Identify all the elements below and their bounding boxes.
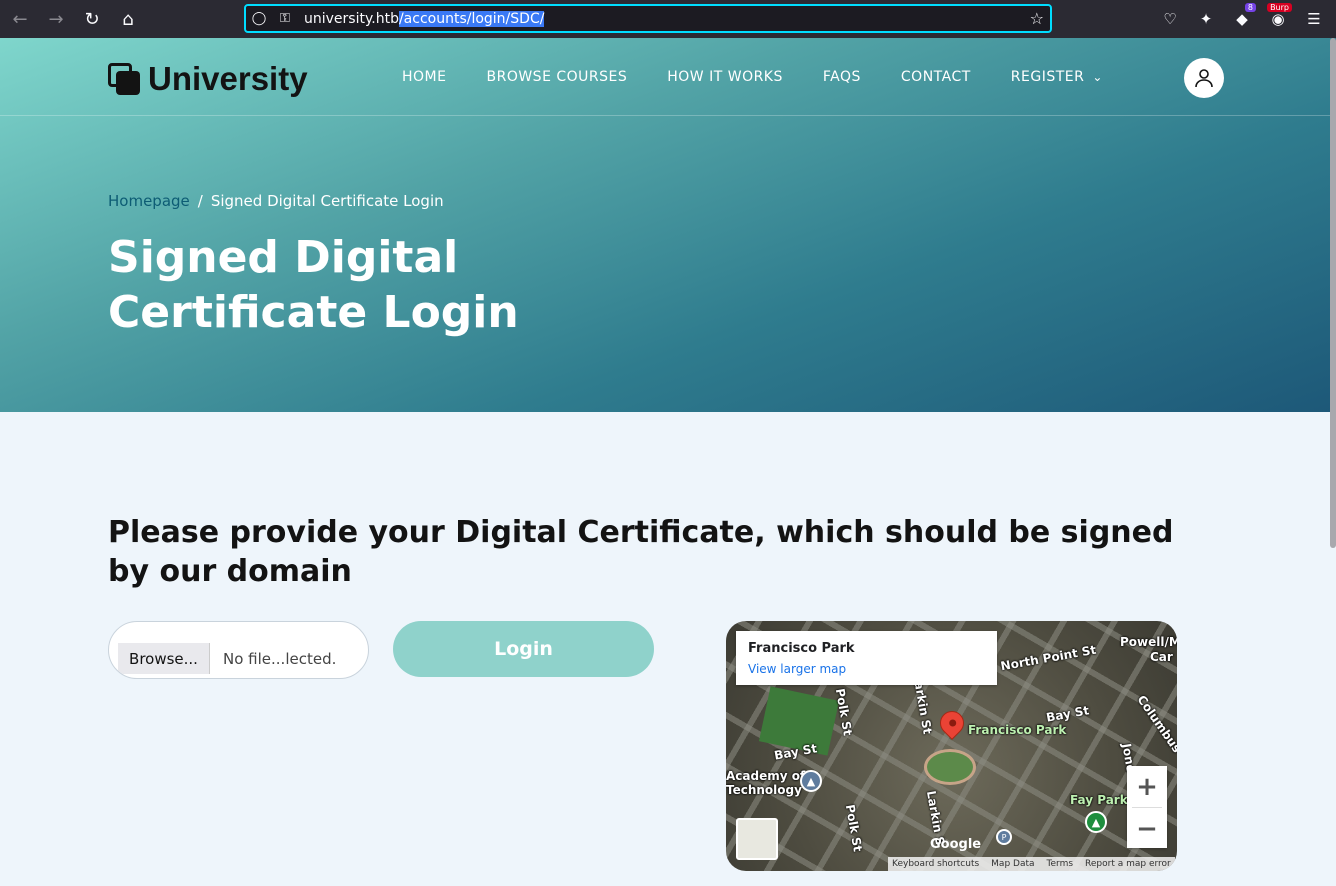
map-data-link[interactable]: Map Data [991, 859, 1034, 869]
google-logo: Google [930, 837, 982, 852]
certificate-heading: Please provide your Digital Certificate,… [108, 515, 1174, 589]
zoom-out-icon[interactable]: − [1127, 808, 1167, 849]
lock-icon[interactable]: ⚿ [272, 11, 298, 26]
site-logo[interactable]: University [108, 60, 308, 98]
nav-browse-courses[interactable]: BROWSE COURSES [486, 69, 627, 85]
map-label-polk-st: Polk St [832, 687, 855, 737]
main-nav: HOME BROWSE COURSES HOW IT WORKS FAQS CO… [402, 69, 1103, 85]
page-title: Signed Digital Certificate Login [108, 232, 519, 338]
user-account-button[interactable] [1184, 58, 1224, 98]
map-park-area [924, 749, 976, 785]
logo-text: University [148, 60, 308, 97]
url-host: university.htb [304, 10, 399, 27]
url-bar[interactable]: ◯ ⚿ university.htb/accounts/login/SDC/ ☆ [244, 4, 1052, 33]
nav-how-it-works[interactable]: HOW IT WORKS [667, 69, 783, 85]
forward-icon[interactable]: → [38, 1, 74, 37]
map-label-north-point: North Point St [999, 642, 1098, 674]
breadcrumb-current: Signed Digital Certificate Login [210, 192, 444, 210]
bookmark-star-icon[interactable]: ☆ [1030, 9, 1044, 28]
map-zoom-controls: + − [1127, 766, 1167, 848]
school-icon[interactable]: ▲ [800, 770, 822, 792]
nav-register-label: REGISTER [1010, 69, 1085, 85]
zoom-in-icon[interactable]: + [1127, 766, 1167, 807]
site-header: University HOME BROWSE COURSES HOW IT WO… [0, 38, 1336, 116]
map-label-francisco-park: Francisco Park [968, 723, 1067, 737]
url-path: /accounts/login/SDC/ [398, 10, 545, 27]
hamburger-menu-icon[interactable]: ☰ [1296, 1, 1332, 37]
map-label-technology: Technology [726, 783, 802, 797]
embedded-map[interactable]: North Point St Bay St Bay St Polk St Lar… [726, 621, 1177, 871]
map-label-bay-st-east: Bay St [1045, 703, 1091, 725]
pocket-icon[interactable]: ♡ [1152, 1, 1188, 37]
breadcrumb: Homepage / Signed Digital Certificate Lo… [108, 192, 444, 210]
breadcrumb-separator: / [197, 192, 203, 210]
map-type-toggle[interactable] [736, 818, 778, 860]
shield-icon[interactable]: ◯ [246, 11, 272, 26]
location-pin-icon[interactable] [935, 706, 969, 740]
report-error-link[interactable]: Report a map error [1085, 859, 1171, 869]
user-icon [1195, 69, 1213, 88]
browse-button[interactable]: Browse... [118, 643, 210, 674]
url-text[interactable]: university.htb/accounts/login/SDC/ [304, 10, 545, 27]
map-footer: Keyboard shortcuts Map Data Terms Report… [888, 857, 1175, 871]
nav-contact[interactable]: CONTACT [901, 69, 971, 85]
reload-icon[interactable]: ↻ [74, 1, 110, 37]
map-label-polk-st-south: Polk St [842, 803, 865, 853]
extensions-icon[interactable]: ✦ [1188, 1, 1224, 37]
file-status: No file...lected. [223, 650, 337, 668]
map-label-columbus: Columbus [1134, 692, 1177, 756]
parking-icon[interactable]: P [996, 829, 1012, 845]
logo-icon [108, 63, 140, 95]
toolbar-extensions: ♡ ✦ ◆ 8 ◉ Burp ☰ [1152, 0, 1332, 38]
map-label-fay-park: Fay Park [1070, 793, 1128, 807]
map-info-card: Francisco Park View larger map [736, 631, 997, 685]
back-icon[interactable]: ← [2, 1, 38, 37]
map-place-name: Francisco Park [748, 641, 855, 656]
map-label-academy: Academy of [726, 769, 806, 783]
extension-badge-count: 8 [1244, 3, 1256, 12]
nav-register[interactable]: REGISTER ⌄ [1011, 69, 1103, 85]
burp-badge: Burp [1267, 3, 1292, 12]
nav-faqs[interactable]: FAQS [823, 69, 861, 85]
keyboard-shortcuts-link[interactable]: Keyboard shortcuts [892, 859, 979, 869]
breadcrumb-home-link[interactable]: Homepage [108, 192, 190, 210]
map-label-car: Car [1150, 650, 1173, 664]
home-icon[interactable]: ⌂ [110, 1, 146, 37]
nav-home[interactable]: HOME [402, 69, 446, 85]
login-button[interactable]: Login [393, 621, 654, 677]
tree-icon[interactable]: ▲ [1085, 811, 1107, 833]
chevron-down-icon: ⌄ [1092, 70, 1103, 84]
hero-banner: University HOME BROWSE COURSES HOW IT WO… [0, 38, 1336, 412]
map-label-powell: Powell/M [1120, 635, 1177, 649]
page-scrollbar[interactable] [1330, 38, 1336, 548]
terms-link[interactable]: Terms [1047, 859, 1074, 869]
browser-toolbar: ← → ↻ ⌂ ◯ ⚿ university.htb/accounts/logi… [0, 0, 1336, 38]
burp-icon[interactable]: ◉ Burp [1260, 1, 1296, 37]
certificate-file-input[interactable]: Browse... No file...lected. [108, 621, 369, 679]
extension-badge-icon[interactable]: ◆ 8 [1224, 1, 1260, 37]
view-larger-map-link[interactable]: View larger map [748, 662, 846, 676]
